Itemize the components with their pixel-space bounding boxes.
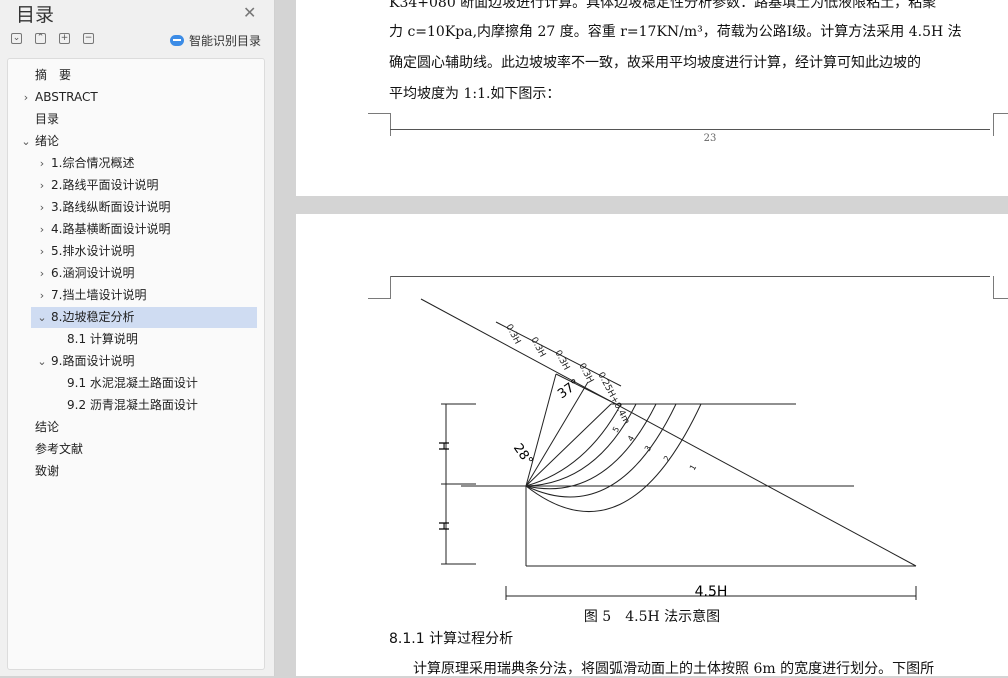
- toc-item-label: 9.1 水泥混凝土路面设计: [67, 376, 198, 390]
- dim-label: 0.3H: [552, 349, 571, 372]
- toc-item[interactable]: 目录: [8, 109, 264, 130]
- smart-toc-button[interactable]: 智能识别目录: [170, 32, 261, 49]
- toc-item-label: 1.综合情况概述: [51, 156, 135, 170]
- toc-item[interactable]: ⌄ 9.路面设计说明: [8, 351, 264, 372]
- body-line: 计算原理采用瑞典条分法，将圆弧滑动面上的土体按照 6m 的宽度进行划分。下图所: [413, 661, 935, 677]
- slope-line: [525, 403, 612, 487]
- toc-list: 摘 要 › ABSTRACT 目录 ⌄ 绪论 › 1.综合情况概述 › 2.路线平面设计说明 › 3.…: [7, 58, 265, 670]
- dim-label: 0.3H: [503, 323, 522, 346]
- chevron-right-icon[interactable]: ›: [20, 87, 32, 108]
- angle-ray-28: [525, 373, 557, 487]
- toc-item-label: 绪论: [35, 134, 60, 148]
- toc-item[interactable]: › 2.路线平面设计说明: [8, 175, 264, 196]
- chevron-right-icon[interactable]: ›: [36, 197, 48, 218]
- smart-toc-label: 智能识别目录: [189, 34, 262, 48]
- toc-item[interactable]: 致谢: [8, 461, 264, 482]
- dim-label: 0.3H: [528, 336, 547, 359]
- chevron-right-icon[interactable]: ›: [36, 263, 48, 284]
- toc-item[interactable]: › 3.路线纵断面设计说明: [8, 197, 264, 218]
- toc-item-label: 9.路面设计说明: [51, 354, 135, 368]
- chevron-right-icon[interactable]: ›: [36, 219, 48, 240]
- toc-item[interactable]: 8.1 计算说明: [8, 329, 264, 350]
- remove-heading-icon[interactable]: −: [83, 33, 94, 44]
- figure-caption: 图 5 4.5H 法示意图: [583, 609, 721, 625]
- toc-item-label: 8.边坡稳定分析: [51, 310, 135, 324]
- toc-item[interactable]: › 1.综合情况概述: [8, 153, 264, 174]
- toc-item[interactable]: ⌄ 绪论: [8, 131, 264, 152]
- chevron-down-icon[interactable]: ⌄: [36, 351, 48, 372]
- collapse-all-icon[interactable]: ⌄: [11, 33, 22, 44]
- h-label-bottom: H: [435, 521, 450, 531]
- toc-item-label: 致谢: [35, 464, 60, 478]
- toc-item-label: 2.路线平面设计说明: [51, 178, 159, 192]
- margin-mark: [993, 113, 1008, 136]
- body-line: 力 c=10Kpa,内摩擦角 27 度。容重 r=17KN/m³，荷载为公路Ⅰ级…: [389, 24, 962, 40]
- chevron-right-icon[interactable]: ›: [36, 153, 48, 174]
- toc-item-label: 6.涵洞设计说明: [51, 266, 135, 280]
- toc-item-label: 结论: [35, 420, 60, 434]
- arc-label: 5: [611, 425, 621, 434]
- page-23: K34+080 断面边坡进行计算。具体边坡稳定性分析参数：路基填土为低液限粘土，…: [296, 0, 1008, 196]
- body-line: K34+080 断面边坡进行计算。具体边坡稳定性分析参数：路基填土为低液限粘土，…: [389, 0, 937, 11]
- body-line: 确定圆心辅助线。此边坡坡率不一致，故采用平均坡度进行计算，经计算可知此边坡的: [389, 55, 921, 71]
- toc-item-label: 摘 要: [35, 68, 72, 82]
- toc-item[interactable]: 结论: [8, 417, 264, 438]
- slope-figure: 0.3H0.3H0.3H0.3H 0.25H+0.4m 12345 H H 37°…: [420, 298, 917, 600]
- toc-item-label: ABSTRACT: [35, 90, 98, 104]
- page-number: 23: [703, 133, 717, 144]
- chevron-down-icon[interactable]: ⌄: [20, 131, 32, 152]
- toc-title: 目录: [16, 4, 55, 26]
- chevron-down-icon[interactable]: ⌄: [36, 307, 48, 328]
- toc-item[interactable]: › ABSTRACT: [8, 87, 264, 108]
- auxiliary-line: [420, 298, 917, 567]
- centre-line: [525, 381, 589, 487]
- close-icon[interactable]: ✕: [243, 3, 256, 22]
- dim-label: 0.3H: [576, 362, 595, 385]
- toc-item[interactable]: ⌄ 8.边坡稳定分析: [31, 307, 257, 328]
- toc-item-label: 5.排水设计说明: [51, 244, 135, 258]
- toc-item-label: 参考文献: [35, 442, 84, 456]
- toc-item-label: 7.挡土墙设计说明: [51, 288, 147, 302]
- arc-label: 1: [688, 463, 698, 472]
- add-heading-icon[interactable]: +: [59, 33, 70, 44]
- toc-item[interactable]: › 4.路基横断面设计说明: [8, 219, 264, 240]
- chevron-right-icon[interactable]: ›: [36, 241, 48, 262]
- toc-item[interactable]: › 5.排水设计说明: [8, 241, 264, 262]
- arc-label: 4: [626, 434, 636, 443]
- toc-item[interactable]: 9.2 沥青混凝土路面设计: [8, 395, 264, 416]
- footer-rule: [390, 129, 990, 130]
- toc-item[interactable]: 参考文献: [8, 439, 264, 460]
- toc-item[interactable]: › 7.挡土墙设计说明: [8, 285, 264, 306]
- toc-item[interactable]: 9.1 水泥混凝土路面设计: [8, 373, 264, 394]
- toc-item[interactable]: 摘 要: [8, 65, 264, 86]
- toc-item-label: 目录: [35, 112, 60, 126]
- width-label: 4.5H: [695, 584, 728, 600]
- toc-item-label: 4.路基横断面设计说明: [51, 222, 171, 236]
- smart-toc-icon: [170, 35, 184, 46]
- toc-item[interactable]: › 6.涵洞设计说明: [8, 263, 264, 284]
- page-24: 0.3H 0.3H 0.3H 0.3H 0.25H+0.4m 12345 H H 37°…: [296, 214, 1008, 677]
- toc-item-label: 9.2 沥青混凝土路面设计: [67, 398, 198, 412]
- margin-mark: [368, 113, 391, 136]
- chevron-right-icon[interactable]: ›: [36, 175, 48, 196]
- h-label-top: H: [435, 441, 450, 451]
- toc-item-label: 8.1 计算说明: [67, 332, 138, 346]
- toc-sidebar: 目录 ✕ ⌄ ⌃ + − 智能识别目录 摘 要 › ABSTRACT 目录 ⌄ 绪论 › 1.…: [0, 0, 275, 676]
- expand-all-icon[interactable]: ⌃: [35, 33, 46, 44]
- chevron-right-icon[interactable]: ›: [36, 285, 48, 306]
- toc-item-label: 3.路线纵断面设计说明: [51, 200, 171, 214]
- document-view: K34+080 断面边坡进行计算。具体边坡稳定性分析参数：路基填土为低液限粘土，…: [275, 0, 1008, 677]
- arc-label: 2: [662, 454, 672, 463]
- body-line: 平均坡度为 1:1.如下图示：: [389, 86, 561, 102]
- section-heading: 8.1.1 计算过程分析: [389, 631, 514, 647]
